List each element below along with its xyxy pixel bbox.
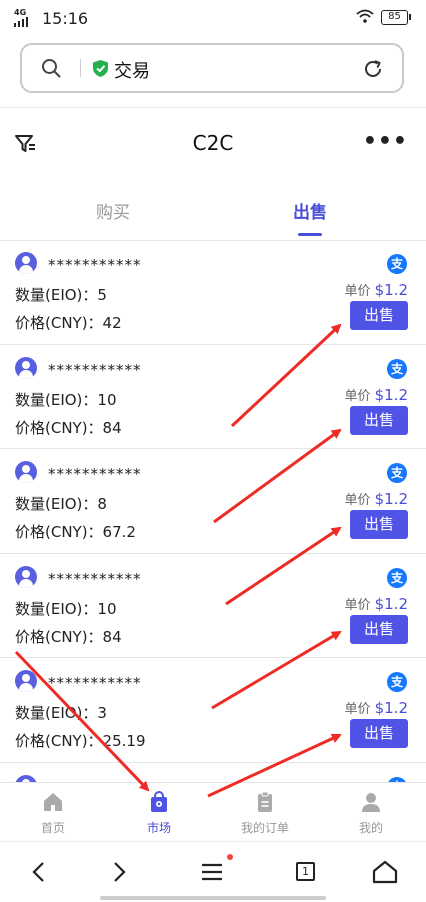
unit-price-label: 单价 bbox=[344, 493, 371, 508]
masked-username: *********** bbox=[48, 674, 142, 692]
alipay-icon: 支 bbox=[387, 672, 407, 692]
masked-username: *********** bbox=[48, 256, 142, 274]
nav-mine[interactable]: 我的 bbox=[318, 791, 424, 836]
unit-price: 单价 $1.2 bbox=[344, 594, 408, 613]
avatar bbox=[15, 565, 37, 588]
unit-price-value: $1.2 bbox=[374, 490, 408, 508]
nav-orders[interactable]: 我的订单 bbox=[212, 791, 318, 836]
clock: 15:16 bbox=[42, 9, 89, 28]
tab-sell[interactable]: 出售 bbox=[250, 198, 370, 223]
masked-username: *********** bbox=[48, 360, 142, 379]
alipay-icon: 支 bbox=[387, 463, 407, 483]
price-text: 价格(CNY)：84 bbox=[15, 418, 122, 437]
browser-toolbar: 1 bbox=[0, 841, 426, 902]
avatar bbox=[15, 670, 37, 692]
avatar bbox=[15, 356, 37, 379]
alipay-icon: 支 bbox=[387, 567, 407, 588]
sell-button[interactable]: 出售 bbox=[350, 719, 408, 748]
unit-price: 单价 $1.2 bbox=[344, 280, 408, 299]
clipboard-icon bbox=[258, 791, 272, 812]
nav-home[interactable]: 首页 bbox=[0, 791, 106, 836]
tabs-button[interactable]: 1 bbox=[290, 857, 320, 887]
avatar bbox=[15, 461, 37, 483]
avatar bbox=[15, 252, 37, 274]
search-icon[interactable] bbox=[41, 58, 61, 78]
bottom-nav: 首页 市场 我的订单 我的 bbox=[0, 782, 426, 840]
unit-price: 单价 $1.2 bbox=[344, 489, 408, 508]
order-item: *********** 数量(EIO)：8 价格(CNY)：67.2 支 单价 … bbox=[0, 449, 426, 554]
unit-price: 单价 $1.2 bbox=[344, 385, 408, 404]
browser-home-icon[interactable] bbox=[370, 857, 400, 887]
home-indicator bbox=[100, 896, 326, 900]
tab-buy[interactable]: 购买 bbox=[53, 198, 173, 223]
wifi-icon bbox=[356, 9, 374, 27]
quantity-text: 数量(EIO)：10 bbox=[15, 599, 117, 618]
order-item: *********** 数量(EIO)：5 价格(CNY)：42 支 单价 $1… bbox=[0, 240, 426, 345]
price-text: 价格(CNY)：25.19 bbox=[15, 732, 146, 750]
unit-price-value: $1.2 bbox=[374, 594, 408, 613]
divider bbox=[0, 107, 426, 108]
back-icon[interactable] bbox=[24, 857, 54, 887]
order-item: *********** 数量(EIO)：10 价格(CNY)：84 支 单价 $… bbox=[0, 345, 426, 449]
masked-username: *********** bbox=[48, 465, 142, 483]
reload-icon[interactable] bbox=[362, 58, 384, 80]
order-item: *********** 数量(EIO)：10 价格(CNY)：84 支 单价 $… bbox=[0, 554, 426, 658]
more-menu-button[interactable]: ••• bbox=[363, 131, 408, 153]
quantity-text: 数量(EIO)：10 bbox=[15, 390, 117, 409]
unit-price-value: $1.2 bbox=[374, 385, 408, 404]
price-text: 价格(CNY)：84 bbox=[15, 627, 122, 646]
network-type: 4G bbox=[14, 8, 27, 17]
nav-market-label: 市场 bbox=[146, 821, 171, 835]
quantity-text: 数量(EIO)：8 bbox=[15, 495, 107, 513]
unit-price-label: 单价 bbox=[344, 597, 371, 613]
quantity-text: 数量(EIO)：3 bbox=[15, 704, 107, 722]
price-text: 价格(CNY)：42 bbox=[15, 314, 122, 332]
quantity-text: 数量(EIO)：5 bbox=[15, 286, 107, 304]
nav-market[interactable]: 市场 bbox=[106, 791, 212, 836]
order-item: *********** 数量(EIO)：3 价格(CNY)：25.19 支 单价… bbox=[0, 658, 426, 763]
unit-price: 单价 $1.2 bbox=[344, 698, 408, 717]
unit-price-value: $1.2 bbox=[374, 281, 408, 299]
status-bar: 4G 15:16 85 bbox=[0, 0, 426, 34]
active-tab-indicator bbox=[298, 233, 322, 236]
search-bar[interactable]: 交易 bbox=[20, 43, 404, 93]
search-divider bbox=[80, 59, 81, 77]
search-text[interactable]: 交易 bbox=[114, 57, 150, 83]
unit-price-label: 单价 bbox=[344, 388, 371, 404]
menu-icon[interactable] bbox=[197, 857, 227, 887]
nav-orders-label: 我的订单 bbox=[240, 821, 289, 835]
order-list: *********** 数量(EIO)：5 价格(CNY)：42 支 单价 $1… bbox=[0, 240, 426, 867]
nav-mine-label: 我的 bbox=[358, 821, 383, 835]
notification-dot bbox=[227, 854, 233, 860]
sell-button[interactable]: 出售 bbox=[350, 405, 408, 435]
sell-button[interactable]: 出售 bbox=[350, 614, 408, 644]
user-icon bbox=[362, 793, 380, 812]
unit-price-label: 单价 bbox=[344, 284, 371, 299]
unit-price-label: 单价 bbox=[344, 702, 371, 717]
tabs-count: 1 bbox=[296, 862, 315, 881]
price-text: 价格(CNY)：67.2 bbox=[15, 523, 136, 541]
market-bag-icon bbox=[151, 791, 167, 812]
sell-button[interactable]: 出售 bbox=[350, 510, 408, 539]
sell-button[interactable]: 出售 bbox=[350, 301, 408, 330]
signal-indicator: 4G bbox=[14, 9, 28, 29]
alipay-icon: 支 bbox=[387, 358, 407, 379]
unit-price-value: $1.2 bbox=[374, 699, 408, 717]
signal-icon bbox=[14, 17, 28, 27]
secure-shield-icon bbox=[93, 60, 108, 77]
alipay-icon: 支 bbox=[387, 254, 407, 274]
home-icon bbox=[44, 793, 62, 811]
battery-indicator: 85 bbox=[381, 10, 411, 25]
masked-username: *********** bbox=[48, 569, 142, 588]
nav-home-label: 首页 bbox=[40, 821, 65, 835]
forward-icon[interactable] bbox=[104, 857, 134, 887]
